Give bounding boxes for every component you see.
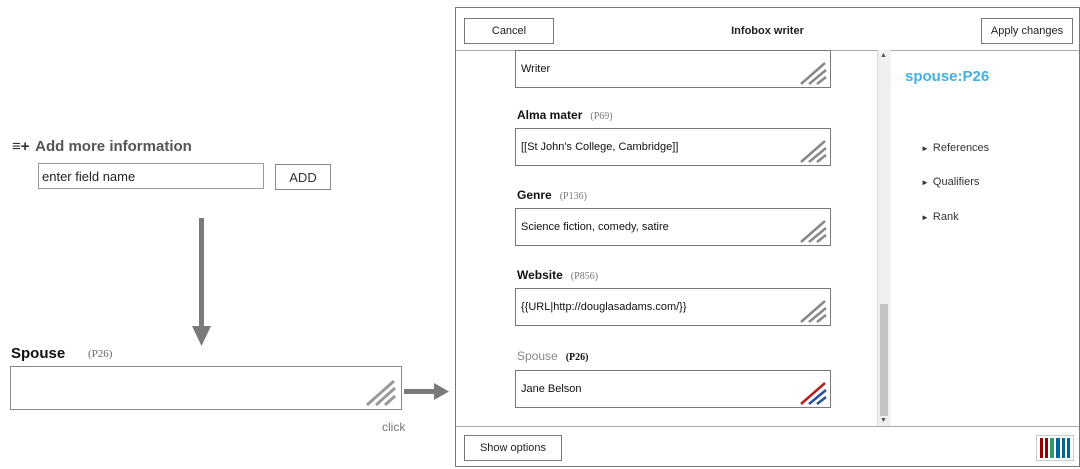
website-label: Website (P856) bbox=[517, 268, 598, 282]
property-id: (P856) bbox=[570, 271, 599, 282]
resize-handle-icon[interactable] bbox=[799, 61, 827, 85]
property-id: (P69) bbox=[590, 111, 613, 122]
qualifiers-label: Qualifiers bbox=[932, 176, 980, 188]
field-label-text: Spouse bbox=[517, 349, 558, 363]
add-more-information: ≡+ Add more information bbox=[12, 138, 192, 155]
alma-mater-field-input[interactable]: [[St John's College, Cambridge]] bbox=[515, 128, 831, 166]
field-label-text: Alma mater bbox=[517, 108, 583, 122]
genre-field-input[interactable]: Science fiction, comedy, satire bbox=[515, 208, 831, 246]
scroll-up-icon[interactable]: ▲ bbox=[880, 52, 887, 59]
add-button[interactable]: ADD bbox=[275, 164, 331, 190]
spouse-field-input[interactable] bbox=[10, 366, 402, 410]
website-field-input[interactable]: {{URL|http://douglasadams.com/}} bbox=[515, 288, 831, 326]
occupation-field-input[interactable]: Writer bbox=[515, 50, 831, 88]
fields-scrollbar[interactable]: ▲ ▼ bbox=[877, 50, 891, 426]
expand-triangle-icon: ► bbox=[921, 213, 929, 222]
spouse-field-input[interactable]: Jane Belson bbox=[515, 370, 831, 408]
apply-changes-button[interactable]: Apply changes bbox=[981, 18, 1073, 44]
property-title: spouse:P26 bbox=[905, 68, 990, 85]
dialog-header: Cancel Infobox writer Apply changes bbox=[456, 8, 1079, 51]
wikidata-resize-handle-icon[interactable] bbox=[799, 381, 827, 405]
resize-handle-icon[interactable] bbox=[799, 219, 827, 243]
qualifiers-toggle[interactable]: ► Qualifiers bbox=[921, 176, 979, 188]
add-list-icon: ≡+ bbox=[12, 138, 30, 155]
show-options-button[interactable]: Show options bbox=[464, 435, 562, 461]
expand-triangle-icon: ► bbox=[921, 144, 929, 153]
field-value: [[St John's College, Cambridge]] bbox=[521, 141, 679, 153]
property-side-panel: spouse:P26 ► References ► Qualifiers ► Rank bbox=[891, 50, 1079, 426]
click-label: click bbox=[382, 420, 406, 434]
field-label-text: Genre bbox=[517, 188, 552, 202]
field-value: Jane Belson bbox=[521, 383, 582, 395]
references-toggle[interactable]: ► References bbox=[921, 142, 989, 154]
references-label: References bbox=[932, 142, 990, 154]
dialog-footer: Show options bbox=[456, 426, 1079, 469]
field-value: Science fiction, comedy, satire bbox=[521, 221, 669, 233]
fields-pane: Writer Alma mater (P69) [[St John's Colle… bbox=[456, 50, 879, 426]
field-label-text: Website bbox=[517, 268, 563, 282]
down-arrow-icon bbox=[192, 218, 211, 346]
property-id: (P136) bbox=[559, 191, 587, 202]
alma-mater-label: Alma mater (P69) bbox=[517, 108, 613, 122]
rank-toggle[interactable]: ► Rank bbox=[921, 211, 959, 223]
spouse-field-label: Spouse bbox=[11, 345, 66, 362]
property-id: (P26) bbox=[565, 352, 589, 363]
field-value: {{URL|http://douglasadams.com/}} bbox=[521, 301, 687, 313]
spouse-label: Spouse (P26) bbox=[517, 349, 588, 363]
field-name-input[interactable] bbox=[38, 163, 264, 189]
resize-handle-icon[interactable] bbox=[799, 299, 827, 323]
genre-label: Genre (P136) bbox=[517, 188, 587, 202]
rank-label: Rank bbox=[932, 211, 959, 223]
wikidata-logo-icon bbox=[1036, 435, 1074, 461]
infobox-writer-dialog: Cancel Infobox writer Apply changes Writ… bbox=[455, 7, 1080, 467]
scroll-down-icon[interactable]: ▼ bbox=[880, 417, 887, 424]
right-arrow-icon bbox=[404, 383, 449, 400]
spouse-property-id: (P26) bbox=[88, 348, 113, 360]
resize-handle-icon[interactable] bbox=[799, 139, 827, 163]
add-more-information-label: Add more information bbox=[35, 138, 192, 155]
resize-handle-icon[interactable] bbox=[365, 378, 397, 406]
scroll-thumb[interactable] bbox=[880, 304, 888, 416]
expand-triangle-icon: ► bbox=[921, 178, 929, 187]
field-value: Writer bbox=[521, 63, 551, 75]
